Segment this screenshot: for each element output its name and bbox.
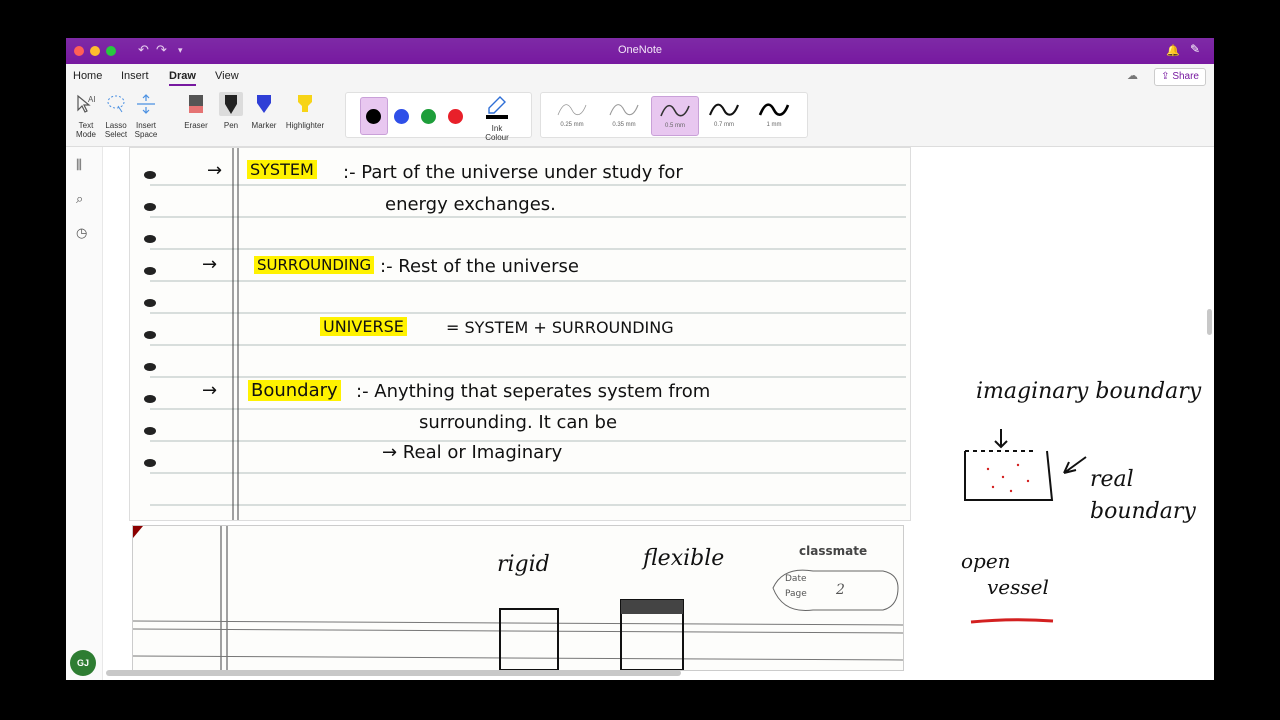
window-title: OneNote — [617, 44, 663, 56]
notebook-photo-2: rigid flexible classmate Date Page 2 — [132, 525, 904, 671]
thickness-1[interactable]: 1 mm — [751, 96, 797, 134]
tab-home[interactable]: Home — [73, 70, 102, 82]
text-mode-button[interactable]: AI Text Mode — [72, 92, 100, 139]
bell-icon[interactable]: 🔔 — [1166, 44, 1180, 57]
green-pen-swatch[interactable] — [421, 109, 436, 124]
lasso-select-label: Lasso Select — [104, 121, 128, 139]
thickness-stroke-icon — [709, 103, 739, 116]
brand-label: classmate — [799, 544, 868, 558]
eraser-icon — [189, 95, 203, 113]
ink-colour-icon — [486, 96, 508, 119]
thickness-07[interactable]: 0.7 mm — [701, 96, 747, 134]
boundary-types: → Real or Imaginary — [382, 442, 563, 463]
highlighter-button[interactable]: Highlighter — [282, 92, 328, 130]
text-mode-label: Text Mode — [75, 121, 96, 139]
arrow-bullet: → — [207, 160, 223, 181]
flexible-label: flexible — [643, 546, 725, 571]
thickness-025[interactable]: 0.25 mm — [549, 96, 595, 134]
blue-pen-swatch[interactable] — [394, 109, 409, 124]
pen-button[interactable]: Pen — [218, 92, 244, 130]
red-pen-swatch[interactable] — [448, 109, 463, 124]
boundary-definition: :- Anything that seperates system from — [356, 381, 711, 402]
open-ink: open — [961, 549, 1011, 573]
onenote-window: ↶ ↷ ▾ OneNote 🔔 ✎ Home Insert Draw View … — [66, 38, 1214, 680]
thickness-stroke-icon — [557, 104, 587, 116]
eraser-label: Eraser — [184, 121, 208, 130]
notebook-photo-1: → SYSTEM :- Part of the universe under s… — [129, 147, 911, 521]
notebooks-icon[interactable]: ⫼ — [76, 157, 82, 173]
pen-icon — [219, 92, 243, 116]
sync-icon[interactable]: ☁ — [1127, 69, 1138, 82]
boundary-term: Boundary — [248, 380, 341, 401]
text-mode-icon: AI — [77, 94, 96, 113]
imaginary-boundary-ink: imaginary boundary — [976, 379, 1202, 404]
search-icon[interactable]: ⌕ — [76, 191, 83, 207]
horizontal-scrollbar[interactable] — [106, 670, 681, 676]
insert-space-button[interactable]: Insert Space — [132, 92, 160, 139]
highlighter-icon — [298, 95, 312, 112]
navigation-sidebar: ⫼ ⌕ ◷ GJ — [66, 147, 103, 680]
insert-space-icon — [137, 94, 155, 114]
highlighter-label: Highlighter — [285, 121, 325, 130]
system-term: SYSTEM — [247, 160, 317, 179]
thickness-035[interactable]: 0.35 mm — [601, 96, 647, 134]
title-bar: ↶ ↷ ▾ OneNote 🔔 ✎ — [66, 38, 1214, 64]
tab-insert[interactable]: Insert — [121, 70, 149, 82]
draw-ribbon: AI Text Mode Lasso Select Insert Space E… — [66, 88, 1214, 147]
marker-label: Marker — [251, 121, 277, 130]
recent-icon[interactable]: ◷ — [76, 225, 87, 241]
black-pen-swatch[interactable] — [366, 109, 381, 124]
page-number: 2 — [836, 582, 845, 598]
thickness-label: 0.5 mm — [664, 123, 685, 129]
thickness-label: 0.25 mm — [560, 122, 584, 128]
universe-term: UNIVERSE — [320, 317, 407, 336]
tab-view[interactable]: View — [215, 70, 239, 82]
lasso-select-button[interactable]: Lasso Select — [102, 92, 130, 139]
page-label: Page — [785, 589, 807, 599]
surrounding-term: SURROUNDING — [254, 256, 375, 274]
rigid-label: rigid — [497, 552, 550, 577]
system-definition: :- Part of the universe under study for — [343, 162, 683, 183]
marker-icon — [257, 95, 271, 113]
date-label: Date — [785, 574, 807, 584]
lasso-icon — [107, 95, 125, 113]
thickness-label: 0.35 mm — [612, 122, 636, 128]
ink-colour-button[interactable]: Ink Colour — [480, 95, 514, 142]
vertical-scrollbar[interactable] — [1207, 309, 1212, 335]
system-definition-cont: energy exchanges. — [385, 194, 556, 215]
surrounding-definition: :- Rest of the universe — [380, 256, 579, 277]
thickness-stroke-icon — [758, 103, 790, 116]
ribbon-tabs: Home Insert Draw View ☁ ⇪ Share — [66, 64, 1214, 88]
arrow-bullet: → — [202, 254, 218, 275]
tab-draw[interactable]: Draw — [169, 70, 196, 86]
page-canvas[interactable]: → SYSTEM :- Part of the universe under s… — [103, 147, 1214, 671]
avatar[interactable]: GJ — [70, 650, 96, 676]
insert-space-label: Insert Space — [134, 121, 158, 139]
boundary-definition-cont: surrounding. It can be — [419, 412, 618, 433]
thickness-label: 1 mm — [766, 122, 782, 128]
thickness-panel: 0.25 mm 0.35 mm 0.5 mm 0.7 mm 1 mm — [540, 92, 808, 138]
ink-colour-label: Ink Colour — [485, 124, 509, 142]
boundary-ink: boundary — [1090, 499, 1196, 524]
thickness-05[interactable]: 0.5 mm — [651, 96, 699, 136]
pen-label: Pen — [223, 121, 239, 130]
real-ink: real — [1090, 467, 1134, 492]
pen-colour-panel: Ink Colour — [345, 92, 532, 142]
share-button[interactable]: ⇪ Share — [1154, 68, 1206, 86]
thickness-stroke-icon — [609, 104, 639, 116]
marker-button[interactable]: Marker — [250, 92, 278, 130]
thickness-stroke-icon — [660, 104, 690, 117]
universe-equation: = SYSTEM + SURROUNDING — [446, 318, 674, 337]
share-icon: ⇪ — [1161, 71, 1173, 82]
thickness-label: 0.7 mm — [713, 122, 734, 128]
ink-diagram — [964, 429, 1087, 624]
account-icon[interactable]: ✎ — [1190, 42, 1200, 56]
svg-text:AI: AI — [88, 95, 96, 104]
share-label: Share — [1172, 71, 1199, 82]
arrow-bullet: → — [202, 380, 218, 401]
vessel-ink: vessel — [987, 575, 1049, 599]
eraser-button[interactable]: Eraser — [176, 92, 216, 130]
